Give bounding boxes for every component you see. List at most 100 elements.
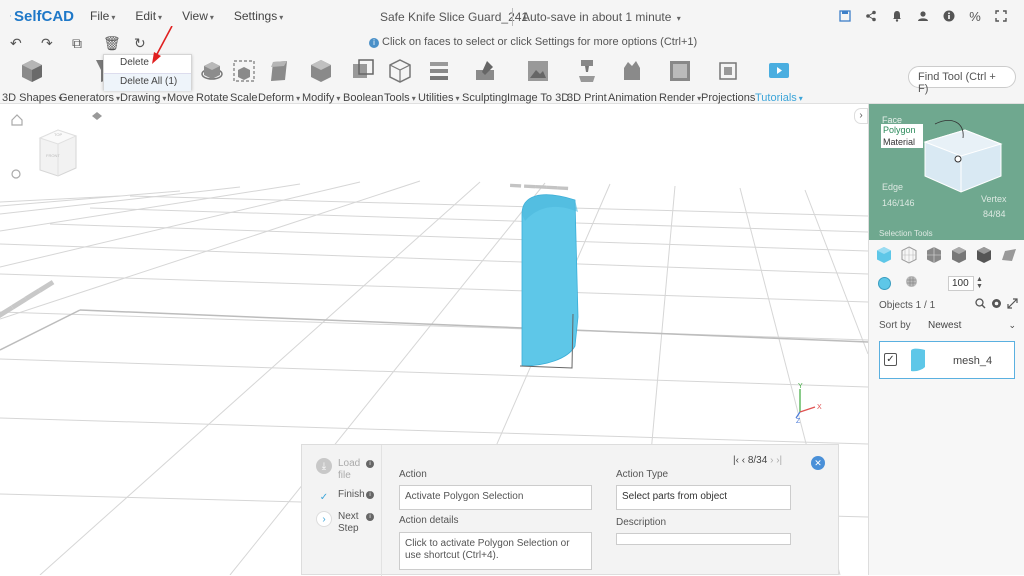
objects-count: Objects 1 / 1 <box>879 300 936 311</box>
info-icon[interactable] <box>936 7 962 25</box>
mesh-thumbnail-icon <box>911 348 925 372</box>
top-right-icons: % <box>832 7 1014 25</box>
objects-tools <box>975 298 1018 312</box>
share-icon[interactable] <box>858 7 884 25</box>
tool-image-to-3d[interactable]: Image To 3D <box>507 58 569 104</box>
render-icon <box>667 58 693 84</box>
tool-rotate[interactable]: Rotate <box>196 58 228 104</box>
polygon-label[interactable]: Polygon <box>881 124 923 136</box>
save-icon[interactable] <box>832 7 858 25</box>
description-label: Description <box>616 517 667 528</box>
solid-view-icon[interactable] <box>875 246 900 264</box>
step-finish[interactable]: ✓ Finish i <box>316 489 374 505</box>
chevron-right-icon: › <box>316 511 332 527</box>
step-load-file[interactable]: ⤓ Load file i <box>316 458 374 482</box>
last-page-icon[interactable]: ›| <box>776 455 782 466</box>
sort-select[interactable]: Newest ⌄ <box>928 320 1016 331</box>
tool-scale[interactable]: Scale <box>230 58 258 104</box>
caret-down-icon: ▾ <box>676 14 681 23</box>
camera-icon[interactable] <box>92 112 102 120</box>
tool-projections[interactable]: Projections <box>701 58 755 104</box>
app-logo[interactable]: SelfCAD <box>10 7 74 25</box>
user-icon[interactable] <box>910 7 936 25</box>
copy-icon[interactable]: ⧉ <box>72 35 103 52</box>
menu-file[interactable]: File ▾ <box>90 9 115 23</box>
tool-boolean[interactable]: Boolean <box>343 58 383 104</box>
search-icon[interactable] <box>975 298 986 312</box>
mesh-object[interactable] <box>521 194 579 367</box>
step-next[interactable]: › Next Step i <box>316 511 374 535</box>
vertex-label[interactable]: Vertex <box>981 194 1007 204</box>
redo-icon[interactable]: ↷ <box>41 35 72 52</box>
home-icon[interactable] <box>11 114 23 126</box>
info-icon[interactable]: i <box>366 513 374 521</box>
expand-icon[interactable] <box>1007 298 1018 312</box>
tool-modify[interactable]: Modify ▾ <box>302 58 340 104</box>
tutorial-pager: |‹ ‹ 8/34 › ›| <box>733 455 782 466</box>
selection-mode-preview[interactable]: Face Polygon Material Edge 146/146 Verte… <box>869 104 1024 240</box>
tool-animation[interactable]: Animation <box>608 58 657 104</box>
bell-icon[interactable] <box>884 7 910 25</box>
annotation-arrow-icon <box>152 26 173 64</box>
hint-text: i Click on faces to select or click Setti… <box>369 36 697 48</box>
rotate-icon <box>199 58 225 84</box>
opacity-input[interactable]: 100 <box>948 275 974 291</box>
action-type-field: Select parts from object <box>616 485 791 510</box>
tool-utilities[interactable]: Utilities ▾ <box>418 58 459 104</box>
object-checkbox[interactable]: ✓ <box>884 353 897 366</box>
tutorial-steps: ⤓ Load file i ✓ Finish i › Next Step i <box>302 445 382 576</box>
autosave-status[interactable]: Auto-save in about 1 minute ▾ <box>522 10 681 24</box>
dark-view-icon[interactable] <box>975 246 1000 264</box>
flat-view-icon[interactable] <box>950 246 975 264</box>
title-divider <box>512 8 513 26</box>
menu-edit[interactable]: Edit ▾ <box>135 9 162 23</box>
gear-icon[interactable] <box>991 298 1002 312</box>
undo-icon[interactable]: ↶ <box>10 35 41 52</box>
menu-settings[interactable]: Settings ▾ <box>234 9 283 23</box>
tool-sculpting[interactable]: Sculpting <box>462 58 507 104</box>
next-page-icon[interactable]: › <box>770 455 773 466</box>
object-list-item[interactable]: ✓ mesh_4 <box>879 341 1015 379</box>
tool-tools[interactable]: Tools ▾ <box>384 58 416 104</box>
tutorial-panel: ⤓ Load file i ✓ Finish i › Next Step i A… <box>301 444 839 576</box>
app-name: SelfCAD <box>13 7 74 25</box>
prev-page-icon[interactable]: ‹ <box>742 455 745 466</box>
plane-view-icon[interactable] <box>1000 246 1024 264</box>
tool-3d-shapes[interactable]: 3D Shapes ▾ <box>2 58 62 104</box>
color-picker[interactable] <box>878 276 891 290</box>
caret-down-icon: ▾ <box>279 13 284 22</box>
stepper-icon[interactable]: ▲ ▼ <box>976 276 983 290</box>
material-label[interactable]: Material <box>881 136 923 148</box>
first-page-icon[interactable]: |‹ <box>733 455 739 466</box>
wireframe-view-icon[interactable] <box>900 246 925 264</box>
svg-text:Y: Y <box>798 383 803 390</box>
caret-down-icon: ▾ <box>158 13 163 22</box>
info-icon[interactable]: i <box>366 491 374 499</box>
tool-deform[interactable]: Deform ▾ <box>258 58 300 104</box>
tool-tutorials[interactable]: Tutorials ▾ <box>755 58 803 104</box>
menu-view[interactable]: View ▾ <box>182 9 214 23</box>
tool-3d-print[interactable]: 3D Print <box>567 58 607 104</box>
units-icon[interactable]: % <box>962 7 988 25</box>
info-icon[interactable]: i <box>366 460 374 468</box>
image-icon <box>525 58 551 84</box>
document-title[interactable]: Safe Knife Slice Guard_241 <box>380 10 528 24</box>
close-tutorial-button[interactable]: ✕ <box>811 456 825 470</box>
selfcad-logo-icon <box>10 15 11 17</box>
object-name: mesh_4 <box>953 355 993 367</box>
solid-wire-view-icon[interactable] <box>925 246 950 264</box>
delete-all-menu-item[interactable]: Delete All (1) <box>104 73 191 91</box>
edge-count: 146/146 <box>882 198 915 208</box>
selection-tools-label[interactable]: Selection Tools <box>879 229 933 238</box>
fullscreen-icon[interactable] <box>988 7 1014 25</box>
edge-label[interactable]: Edge <box>882 182 903 192</box>
svg-text:Z: Z <box>796 418 801 425</box>
target-icon[interactable] <box>11 169 21 179</box>
collapse-panel-button[interactable]: › <box>854 108 868 124</box>
texture-icon[interactable] <box>905 275 918 291</box>
tool-render[interactable]: Render ▾ <box>659 58 701 104</box>
find-tool-search[interactable]: Find Tool (Ctrl + F) <box>908 66 1016 95</box>
delete-menu-item[interactable]: Delete <box>104 55 191 73</box>
trash-icon[interactable]: 🗑 <box>103 35 134 52</box>
action-type-label: Action Type <box>616 469 669 480</box>
